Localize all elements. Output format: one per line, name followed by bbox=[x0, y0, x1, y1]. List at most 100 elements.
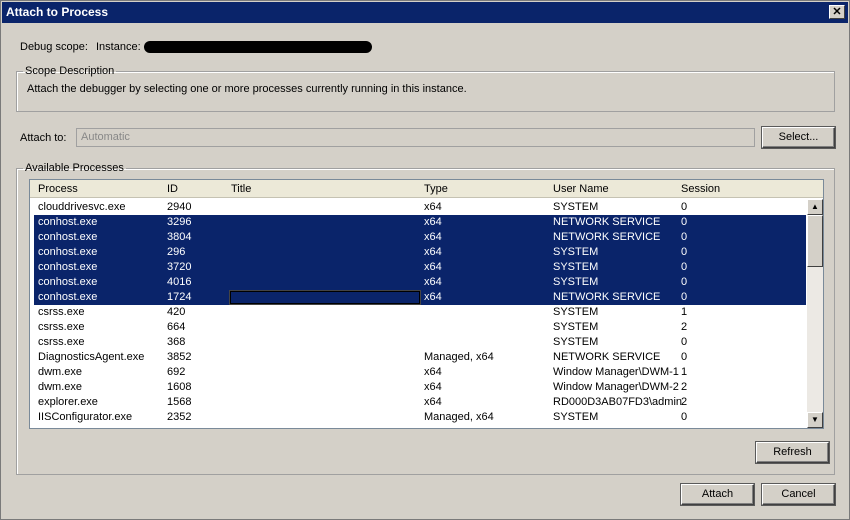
column-header-id[interactable]: ID bbox=[167, 183, 178, 195]
column-header-session[interactable]: Session bbox=[681, 183, 720, 195]
table-row[interactable]: clouddrivesvc.exe 2940 x64 SYSTEM 0 bbox=[34, 200, 806, 215]
process-id: 368 bbox=[167, 336, 186, 348]
process-type: x64 bbox=[424, 216, 442, 228]
close-icon[interactable]: ✕ bbox=[829, 5, 845, 19]
process-rows: clouddrivesvc.exe 2940 x64 SYSTEM 0 conhost.e… bbox=[34, 200, 806, 425]
process-type: x64 bbox=[424, 276, 442, 288]
process-session: 0 bbox=[681, 336, 688, 348]
column-header-title[interactable]: Title bbox=[231, 183, 251, 195]
table-row[interactable]: IISConfigurator.exe 2352 Managed, x64 SYSTE… bbox=[34, 410, 806, 425]
process-user: Window Manager\DWM-1 bbox=[553, 366, 679, 378]
table-row[interactable]: explorer.exe 1568 x64 RD000D3AB07FD3\admin 2 bbox=[34, 395, 806, 410]
select-button[interactable]: Select... bbox=[762, 127, 835, 148]
process-session: 0 bbox=[681, 351, 688, 363]
process-id: 3804 bbox=[167, 231, 192, 243]
process-type: x64 bbox=[424, 201, 442, 213]
process-id: 296 bbox=[167, 246, 186, 258]
process-id: 420 bbox=[167, 306, 186, 318]
process-id: 1724 bbox=[167, 291, 192, 303]
process-type: x64 bbox=[424, 261, 442, 273]
process-user: SYSTEM bbox=[553, 276, 599, 288]
process-name: clouddrivesvc.exe bbox=[38, 201, 126, 213]
table-row[interactable]: conhost.exe 3804 x64 NETWORK SERVICE 0 bbox=[34, 230, 806, 245]
attach-to-label: Attach to: bbox=[20, 132, 67, 144]
scroll-up-icon[interactable]: ▲ bbox=[807, 199, 823, 215]
process-session: 0 bbox=[681, 261, 688, 273]
process-name: csrss.exe bbox=[38, 306, 85, 318]
attach-button[interactable]: Attach bbox=[681, 484, 754, 505]
process-name: conhost.exe bbox=[38, 276, 98, 288]
process-user: NETWORK SERVICE bbox=[553, 291, 661, 303]
process-user: SYSTEM bbox=[553, 201, 599, 213]
scroll-down-icon[interactable]: ▼ bbox=[807, 412, 823, 428]
table-row[interactable]: conhost.exe 3296 x64 NETWORK SERVICE 0 bbox=[34, 215, 806, 230]
process-list-header: Process ID Title Type User Name Session bbox=[30, 180, 823, 198]
process-id: 692 bbox=[167, 366, 186, 378]
dialog-title: Attach to Process bbox=[6, 5, 109, 19]
process-id: 2352 bbox=[167, 411, 192, 423]
process-type: x64 bbox=[424, 381, 442, 393]
process-id: 1568 bbox=[167, 396, 192, 408]
column-header-process[interactable]: Process bbox=[38, 183, 78, 195]
table-row[interactable]: dwm.exe 1608 x64 Window Manager\DWM-2 2 bbox=[34, 380, 806, 395]
process-user: NETWORK SERVICE bbox=[553, 216, 661, 228]
table-row[interactable]: csrss.exe 420 SYSTEM 1 bbox=[34, 305, 806, 320]
process-user: SYSTEM bbox=[553, 261, 599, 273]
attach-to-process-dialog: Attach to Process ✕ Debug scope: Instanc… bbox=[0, 0, 850, 520]
process-type: x64 bbox=[424, 366, 442, 378]
process-name: csrss.exe bbox=[38, 321, 85, 333]
table-row[interactable]: conhost.exe 296 x64 SYSTEM 0 bbox=[34, 245, 806, 260]
debug-scope-label: Debug scope: bbox=[20, 41, 88, 53]
table-row[interactable]: csrss.exe 664 SYSTEM 2 bbox=[34, 320, 806, 335]
attach-to-field[interactable]: Automatic bbox=[76, 128, 755, 147]
process-list-scrollbar[interactable]: ▲ ▼ bbox=[807, 199, 823, 428]
process-id: 4016 bbox=[167, 276, 192, 288]
process-user: SYSTEM bbox=[553, 336, 599, 348]
scroll-thumb[interactable] bbox=[807, 215, 823, 267]
process-id: 664 bbox=[167, 321, 186, 333]
column-header-type[interactable]: Type bbox=[424, 183, 448, 195]
process-user: SYSTEM bbox=[553, 321, 599, 333]
process-user: SYSTEM bbox=[553, 306, 599, 318]
instance-label: Instance: bbox=[96, 41, 141, 53]
process-id: 1608 bbox=[167, 381, 192, 393]
table-row[interactable]: DiagnosticsAgent.exe 3852 Managed, x64 NETW… bbox=[34, 350, 806, 365]
process-name: explorer.exe bbox=[38, 396, 98, 408]
process-user: SYSTEM bbox=[553, 246, 599, 258]
process-session: 2 bbox=[681, 396, 688, 408]
column-header-user-name[interactable]: User Name bbox=[553, 183, 609, 195]
process-type: x64 bbox=[424, 291, 442, 303]
process-list[interactable]: Process ID Title Type User Name Session … bbox=[29, 179, 824, 429]
redacted-instance-name bbox=[144, 41, 372, 53]
focused-cell bbox=[229, 290, 421, 305]
available-processes-legend: Available Processes bbox=[25, 162, 124, 174]
process-session: 0 bbox=[681, 231, 688, 243]
process-user: RD000D3AB07FD3\admin bbox=[553, 396, 683, 408]
process-name: conhost.exe bbox=[38, 216, 98, 228]
process-type: x64 bbox=[424, 396, 442, 408]
process-name: dwm.exe bbox=[38, 366, 83, 378]
table-row[interactable]: conhost.exe 4016 x64 SYSTEM 0 bbox=[34, 275, 806, 290]
process-user: NETWORK SERVICE bbox=[553, 351, 661, 363]
title-bar[interactable]: Attach to Process ✕ bbox=[2, 2, 848, 23]
process-name: csrss.exe bbox=[38, 336, 85, 348]
process-user: NETWORK SERVICE bbox=[553, 231, 661, 243]
process-user: Window Manager\DWM-2 bbox=[553, 381, 679, 393]
table-row[interactable]: conhost.exe 3720 x64 SYSTEM 0 bbox=[34, 260, 806, 275]
process-name: conhost.exe bbox=[38, 291, 98, 303]
refresh-button[interactable]: Refresh bbox=[756, 442, 829, 463]
process-name: DiagnosticsAgent.exe bbox=[38, 351, 145, 363]
process-session: 2 bbox=[681, 321, 688, 333]
process-session: 2 bbox=[681, 381, 688, 393]
process-type: Managed, x64 bbox=[424, 411, 494, 423]
process-name: conhost.exe bbox=[38, 261, 98, 273]
process-name: conhost.exe bbox=[38, 231, 98, 243]
scope-description-text: Attach the debugger by selecting one or … bbox=[27, 83, 467, 95]
process-type: Managed, x64 bbox=[424, 351, 494, 363]
process-type: x64 bbox=[424, 231, 442, 243]
cancel-button[interactable]: Cancel bbox=[762, 484, 835, 505]
table-row[interactable]: conhost.exe 1724 x64 NETWORK SERVICE 0 bbox=[34, 290, 806, 305]
table-row[interactable]: csrss.exe 368 SYSTEM 0 bbox=[34, 335, 806, 350]
table-row[interactable]: dwm.exe 692 x64 Window Manager\DWM-1 1 bbox=[34, 365, 806, 380]
process-type: x64 bbox=[424, 246, 442, 258]
